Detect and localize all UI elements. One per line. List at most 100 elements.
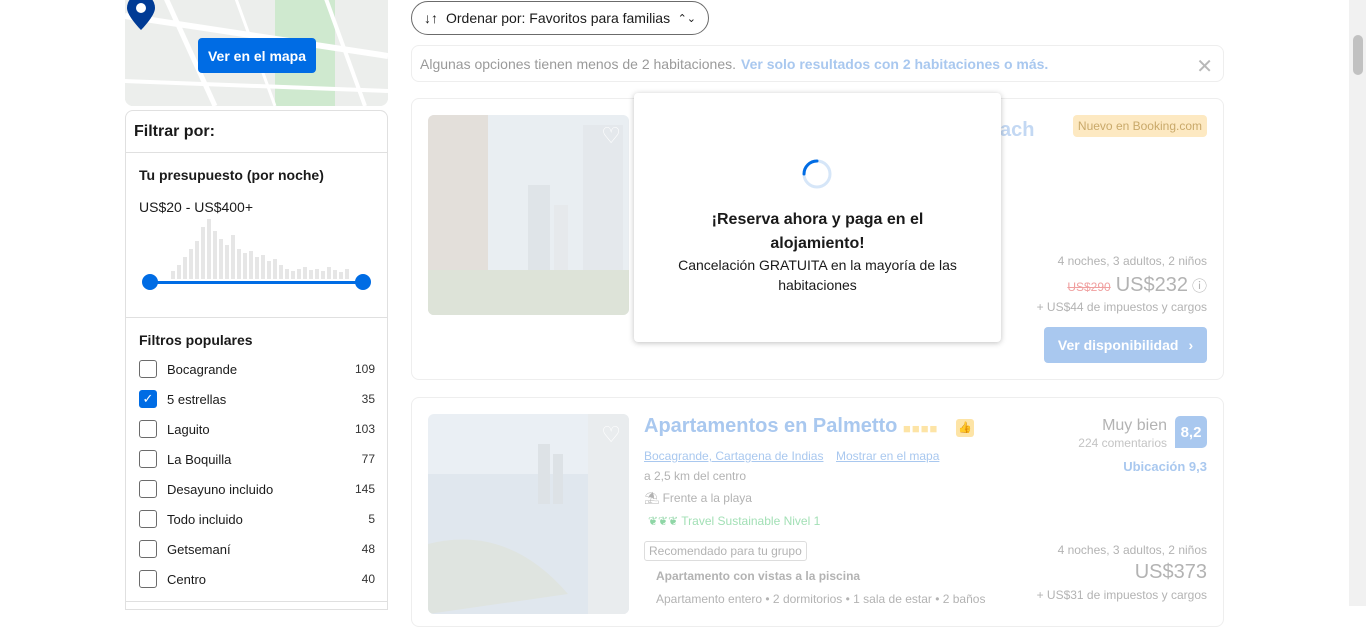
room-type: Apartamento con vistas a la piscina <box>656 569 861 583</box>
histogram-bar <box>207 219 211 279</box>
histogram-bar <box>285 269 289 279</box>
stay-info: 4 noches, 3 adultos, 2 niños <box>1057 254 1207 268</box>
histogram-bar <box>267 261 271 279</box>
loading-spinner-icon <box>802 159 832 189</box>
price-row: US$373 <box>1135 561 1207 584</box>
old-price: US$290 <box>1067 280 1111 294</box>
histogram-bar <box>201 227 205 279</box>
filter-label: 5 estrellas <box>167 391 227 407</box>
budget-range: US$20 - US$400+ <box>139 199 254 215</box>
histogram-bar <box>189 249 193 279</box>
histogram-bar <box>279 265 283 279</box>
filter-count: 103 <box>354 422 375 436</box>
filter-label: Centro <box>167 571 207 587</box>
show-on-map-button[interactable]: Ver en el mapa <box>198 38 316 73</box>
popup-title: ¡Reserva ahora y paga en el alojamiento! <box>711 211 924 252</box>
map-pin-icon <box>127 0 155 30</box>
checkbox[interactable] <box>139 510 157 528</box>
review-count: 224 comentarios <box>1078 436 1167 450</box>
beachfront: ⛱ Frente a la playa <box>644 491 752 505</box>
filter-label: Laguito <box>167 421 210 437</box>
histogram-bar <box>333 270 337 279</box>
filter-option[interactable]: ✓ 5 estrellas 35 <box>139 388 375 410</box>
histogram-bar <box>321 271 325 279</box>
loading-popup: ¡Reserva ahora y paga en el alojamiento!… <box>634 93 1001 342</box>
checkbox[interactable] <box>139 570 157 588</box>
price: US$232 <box>1115 274 1188 296</box>
histogram-bar <box>249 251 253 279</box>
checkbox[interactable] <box>139 540 157 558</box>
heart-icon[interactable]: ♡ <box>601 123 621 149</box>
checkbox[interactable] <box>139 360 157 378</box>
price-row: US$290 US$232 ⓘ <box>1067 274 1207 297</box>
property-name[interactable]: Apartamentos en Palmetto <box>644 415 897 438</box>
close-icon[interactable]: ✕ <box>1196 54 1213 79</box>
price-histogram <box>171 219 351 279</box>
budget-slider-max-handle[interactable] <box>355 274 371 290</box>
filter-count: 77 <box>361 452 375 466</box>
scrollbar-thumb[interactable] <box>1353 35 1363 75</box>
histogram-bar <box>315 269 319 279</box>
filter-label: La Boquilla <box>167 451 232 467</box>
property-photo[interactable]: ♡ <box>428 414 629 614</box>
show-on-map-link[interactable]: Mostrar en el mapa <box>836 449 939 463</box>
property-photo[interactable]: ♡ <box>428 115 629 315</box>
filter-count: 35 <box>361 392 375 406</box>
histogram-bar <box>183 257 187 279</box>
recommended-badge: Recomendado para tu grupo <box>644 541 807 561</box>
star-rating-icon: ■■■■ <box>903 421 939 436</box>
budget-slider-min-handle[interactable] <box>142 274 158 290</box>
filter-option[interactable]: La Boquilla 77 <box>139 448 375 470</box>
heart-icon[interactable]: ♡ <box>601 422 621 448</box>
histogram-bar <box>237 249 241 279</box>
location-link[interactable]: Bocagrande, Cartagena de Indias <box>644 449 823 463</box>
filter-option[interactable]: Laguito 103 <box>139 418 375 440</box>
filter-option[interactable]: Centro 40 <box>139 568 375 590</box>
chevron-updown-icon: ⌃⌄ <box>677 12 696 25</box>
taxes: + US$31 de impuestos y cargos <box>1036 588 1207 602</box>
histogram-bar <box>327 267 331 279</box>
histogram-bar <box>303 267 307 279</box>
checkbox[interactable]: ✓ <box>139 390 157 408</box>
price: US$373 <box>1134 561 1207 583</box>
histogram-bar <box>339 272 343 279</box>
scrollbar[interactable] <box>1349 0 1366 606</box>
checkbox[interactable] <box>139 450 157 468</box>
histogram-bar <box>219 239 223 279</box>
checkbox[interactable] <box>139 480 157 498</box>
new-badge: Nuevo en Booking.com <box>1072 115 1207 137</box>
histogram-bar <box>177 265 181 279</box>
filter-panel: Filtrar por: Tu presupuesto (por noche) … <box>125 110 388 610</box>
filter-label: Bocagrande <box>167 361 238 377</box>
see-availability-button[interactable]: Ver disponibilidad › <box>1044 327 1207 363</box>
sort-button[interactable]: ↓↑ Ordenar por: Favoritos para familias … <box>411 1 709 35</box>
divider <box>126 152 387 153</box>
taxes: + US$44 de impuestos y cargos <box>1036 300 1207 314</box>
budget-slider-track[interactable] <box>148 281 362 284</box>
property-name[interactable]: ach <box>1000 119 1034 142</box>
review-score: 8,2 <box>1175 416 1207 448</box>
filter-option[interactable]: Todo incluido 5 <box>139 508 375 530</box>
filter-label: Desayuno incluido <box>167 481 274 497</box>
checkbox[interactable] <box>139 420 157 438</box>
map-preview[interactable]: Ver en el mapa <box>125 0 388 106</box>
histogram-bar <box>171 271 175 279</box>
info-icon[interactable]: ⓘ <box>1192 275 1207 296</box>
histogram-bar <box>243 253 247 279</box>
sustainability-badge: ❦❦❦ Travel Sustainable Nivel 1 <box>648 514 820 528</box>
chevron-right-icon: › <box>1188 337 1194 353</box>
filter-option[interactable]: Getsemaní 48 <box>139 538 375 560</box>
filter-option[interactable]: Bocagrande 109 <box>139 358 375 380</box>
city-skyline-photo <box>428 115 629 315</box>
sustainability-label: Travel Sustainable Nivel 1 <box>681 514 821 528</box>
umbrella-icon: ⛱ <box>644 491 660 505</box>
filter-option[interactable]: Desayuno incluido 145 <box>139 478 375 500</box>
filter-count: 145 <box>354 482 375 496</box>
histogram-bar <box>255 257 259 279</box>
sort-label: Ordenar por: Favoritos para familias <box>446 10 671 26</box>
sort-arrows-icon: ↓↑ <box>424 10 438 26</box>
beachfront-label: Frente a la playa <box>662 491 752 505</box>
notice-link[interactable]: Ver solo resultados con 2 habitaciones o… <box>741 56 1048 72</box>
histogram-bar <box>225 245 229 279</box>
divider <box>126 601 387 602</box>
